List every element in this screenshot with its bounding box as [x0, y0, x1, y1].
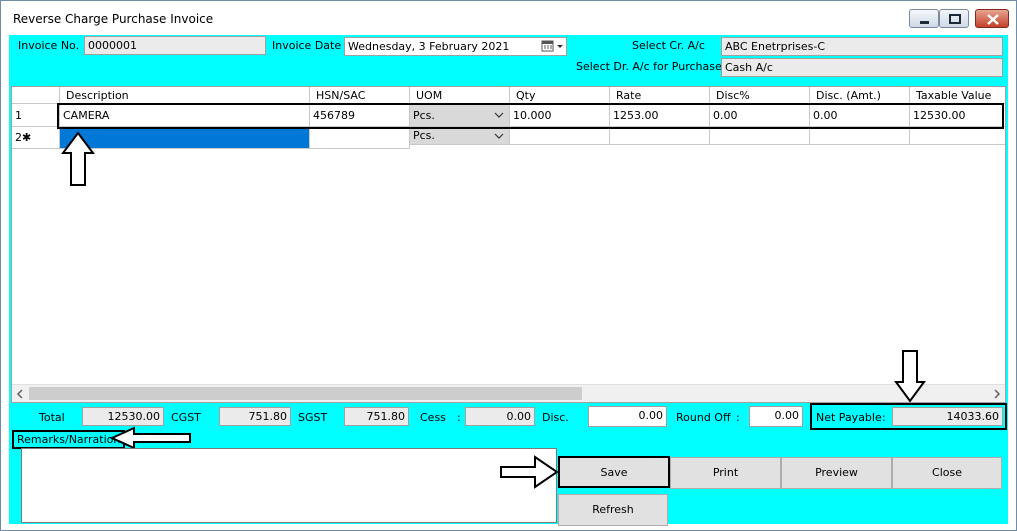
- sgst-label: SGST: [298, 411, 328, 424]
- new-row-uom-value: Pcs.: [413, 129, 435, 142]
- invoice-form: Invoice No. : 0000001 Invoice Date : Wed…: [9, 35, 1008, 526]
- arrow-annotation-icon: [110, 426, 191, 450]
- new-row-disc-amt-cell[interactable]: [810, 127, 910, 145]
- print-button-label: Print: [712, 466, 739, 479]
- save-button[interactable]: Save: [558, 456, 670, 488]
- close-icon: [987, 14, 999, 25]
- new-row-uom-select[interactable]: Pcs.: [410, 127, 510, 145]
- round-off-input[interactable]: 0.00: [749, 406, 803, 427]
- column-header-description[interactable]: Description: [60, 87, 310, 104]
- close-window-button[interactable]: [975, 9, 1009, 28]
- select-cr-label: Select Cr. A/c: [632, 39, 705, 52]
- cell-taxable-value[interactable]: 12530.00: [910, 105, 1005, 127]
- cess-label: Cess: [420, 411, 446, 424]
- invoice-no-label: Invoice No. :: [18, 39, 87, 52]
- refresh-button-label: Refresh: [592, 503, 634, 516]
- cell-hsn-sac[interactable]: 456789: [310, 105, 410, 127]
- column-header-hsn-sac[interactable]: HSN/SAC: [310, 87, 410, 104]
- cell-uom-select[interactable]: Pcs.: [410, 105, 510, 127]
- items-grid: Description HSN/SAC UOM Qty Rate Disc% D…: [11, 86, 1006, 403]
- cell-description[interactable]: CAMERA: [60, 105, 310, 127]
- save-button-label: Save: [600, 466, 628, 479]
- cgst-field: 751.80: [219, 407, 291, 426]
- column-header-qty[interactable]: Qty: [510, 87, 610, 104]
- cell-disc-amt[interactable]: 0.00: [810, 105, 910, 127]
- cell-uom-value: Pcs.: [413, 109, 435, 122]
- invoice-date-label: Invoice Date :: [272, 39, 349, 52]
- scroll-left-icon[interactable]: [15, 388, 25, 400]
- round-off-colon: :: [736, 411, 740, 424]
- sgst-field: 751.80: [344, 407, 409, 426]
- scrollbar-thumb[interactable]: [29, 387, 582, 400]
- remarks-textarea[interactable]: [21, 448, 557, 523]
- cell-disc-pct[interactable]: 0.00: [710, 105, 810, 127]
- arrow-annotation-icon: [500, 455, 559, 489]
- close-button[interactable]: Close: [892, 457, 1002, 489]
- total-label: Total: [39, 411, 65, 424]
- column-header-disc-amt[interactable]: Disc. (Amt.): [810, 87, 910, 104]
- cell-qty[interactable]: 10.000: [510, 105, 610, 127]
- round-off-label: Round Off: [676, 411, 731, 424]
- minimize-button[interactable]: [909, 9, 939, 28]
- invoice-date-value: Wednesday, 3 February 2021: [348, 40, 510, 53]
- select-dr-field[interactable]: Cash A/c: [721, 58, 1003, 77]
- disc-label: Disc.: [542, 411, 569, 424]
- new-row-rate-cell[interactable]: [610, 127, 710, 145]
- column-header-rate[interactable]: Rate: [610, 87, 710, 104]
- total-field: 12530.00: [82, 407, 164, 426]
- select-dr-label: Select Dr. A/c for Purchase: [576, 60, 722, 73]
- column-header-disc-pct[interactable]: Disc%: [710, 87, 810, 104]
- chevron-down-icon[interactable]: [492, 129, 506, 143]
- chevron-down-icon[interactable]: [492, 108, 506, 122]
- column-header-uom[interactable]: UOM: [410, 87, 510, 104]
- scroll-right-icon[interactable]: [992, 388, 1002, 400]
- maximize-icon: [949, 14, 961, 24]
- new-row-disc-pct-cell[interactable]: [710, 127, 810, 145]
- net-payable-field: 14033.60: [892, 407, 1003, 426]
- new-row-qty-cell[interactable]: [510, 127, 610, 145]
- window-title: Reverse Charge Purchase Invoice: [13, 12, 214, 26]
- cess-field: 0.00: [465, 407, 535, 426]
- invoice-no-field[interactable]: 0000001: [84, 36, 266, 55]
- arrow-annotation-icon: [894, 350, 926, 403]
- title-bar: Reverse Charge Purchase Invoice: [1, 1, 1016, 35]
- print-button[interactable]: Print: [670, 457, 781, 489]
- grid-header: Description HSN/SAC UOM Qty Rate Disc% D…: [12, 87, 1005, 104]
- close-button-label: Close: [932, 466, 962, 479]
- preview-button-label: Preview: [815, 466, 858, 479]
- maximize-button[interactable]: [939, 9, 969, 28]
- invoice-date-picker[interactable]: Wednesday, 3 February 2021: [344, 37, 567, 56]
- grid-corner: [12, 87, 60, 104]
- new-row-description-cell[interactable]: [60, 127, 310, 149]
- select-cr-field[interactable]: ABC Enetrprises-C: [721, 37, 1003, 56]
- remarks-label: Remarks/Narration: [12, 430, 126, 449]
- new-row-taxable-cell[interactable]: [910, 127, 1005, 145]
- net-payable-colon: :: [882, 411, 886, 424]
- table-row[interactable]: 1 CAMERA 456789 Pcs. 10.000 1253.00 0.00…: [12, 105, 1005, 127]
- refresh-button[interactable]: Refresh: [558, 494, 668, 526]
- preview-button[interactable]: Preview: [781, 457, 892, 489]
- disc-input[interactable]: 0.00: [588, 406, 667, 427]
- net-payable-label: Net Payable: [816, 411, 882, 424]
- new-row[interactable]: 2✱ Pcs.: [12, 127, 1005, 149]
- cgst-label: CGST: [171, 411, 201, 424]
- new-row-hsn-cell[interactable]: [310, 127, 410, 149]
- column-header-taxable-value[interactable]: Taxable Value: [910, 87, 1005, 104]
- cess-colon: :: [457, 411, 461, 424]
- cell-rate[interactable]: 1253.00: [610, 105, 710, 127]
- arrow-annotation-icon: [61, 131, 95, 186]
- new-row-header[interactable]: 2✱: [12, 127, 60, 149]
- invoice-window: Reverse Charge Purchase Invoice Invoice …: [0, 0, 1017, 531]
- minimize-icon: [920, 21, 929, 24]
- row-header[interactable]: 1: [12, 105, 60, 127]
- horizontal-scrollbar[interactable]: [12, 384, 1005, 402]
- calendar-icon[interactable]: [541, 40, 565, 53]
